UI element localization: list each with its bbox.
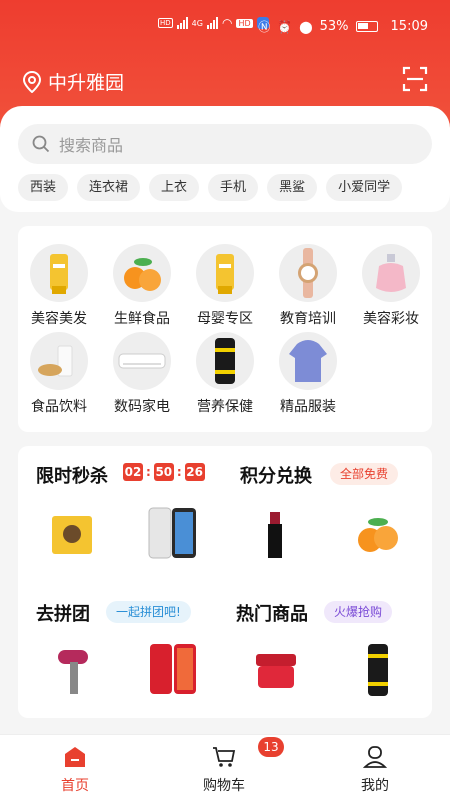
profile-icon — [362, 745, 388, 769]
energy-drink-product[interactable] — [348, 640, 408, 700]
category-item[interactable]: 数码家电 — [107, 332, 177, 416]
net-label: 4G — [191, 18, 203, 28]
bottom-nav: 首页 购物车 我的 — [0, 734, 450, 800]
iphone-product[interactable] — [144, 504, 204, 564]
watch-icon — [279, 244, 337, 302]
category-item[interactable]: 美容美发 — [24, 244, 94, 328]
category-item[interactable]: 生鲜食品 — [107, 244, 177, 328]
category-item[interactable]: 母婴专区 — [190, 244, 260, 328]
category-item[interactable]: 教育培训 — [273, 244, 343, 328]
category-label: 生鲜食品 — [114, 311, 170, 327]
status-bar: HD 4G ◠ HD Ⓝ ⏰ ⬤ 53% 15:09 — [0, 0, 450, 52]
location-selector[interactable]: 中升雅园 — [22, 68, 124, 95]
nav-cart[interactable]: 购物车 — [184, 745, 264, 795]
search-input[interactable]: 搜索商品 — [18, 124, 432, 164]
hot-search-tags: 西装 连衣裙 上衣 手机 黑鲨 小爱同学 — [18, 174, 403, 201]
group-buy-pill: 一起拼团吧! — [106, 601, 191, 623]
category-label: 母婴专区 — [197, 311, 253, 327]
category-label: 精品服装 — [280, 399, 336, 415]
search-placeholder: 搜索商品 — [59, 136, 124, 155]
flash-sale-title[interactable]: 限时秒杀 — [36, 462, 108, 488]
nav-home-label: 首页 — [61, 778, 89, 794]
home-icon — [63, 745, 87, 769]
category-label: 数码家电 — [114, 399, 170, 415]
wifi-icon: ◠ — [221, 16, 233, 30]
cosmetics-tube-icon — [30, 244, 88, 302]
points-pill: 全部免费 — [330, 463, 399, 485]
location-label: 中升雅园 — [48, 72, 125, 94]
scan-icon[interactable] — [402, 66, 428, 92]
lipstick-product[interactable] — [246, 504, 306, 564]
search-section: 搜索商品 西装 连衣裙 上衣 手机 黑鲨 小爱同学 — [0, 106, 450, 212]
timer-seconds: 26 — [184, 463, 205, 481]
category-item[interactable]: 食品饮料 — [24, 332, 94, 416]
category-item[interactable]: 精品服装 — [273, 332, 343, 416]
category-item[interactable]: 营养保健 — [190, 332, 260, 416]
category-label: 营养保健 — [197, 399, 253, 415]
nav-cart-label: 购物车 — [203, 778, 245, 794]
hot-items-pill: 火爆抢购 — [324, 601, 393, 623]
timer-minutes: 50 — [153, 463, 174, 481]
baby-tube-icon — [196, 244, 254, 302]
search-tag[interactable]: 上衣 — [149, 174, 200, 201]
category-grid: 美容美发 生鲜食品 母婴专区 教育培训 美容彩妆 食品饮料 数码家电 营养保健 … — [18, 226, 432, 432]
perfume-icon — [362, 244, 420, 302]
search-icon — [32, 135, 50, 153]
category-label: 食品饮料 — [31, 399, 87, 415]
countdown-timer: 02 : 50 : 26 — [123, 463, 205, 481]
category-label: 教育培训 — [280, 311, 336, 327]
energy-can-icon — [196, 332, 254, 390]
battery-icon — [355, 21, 378, 32]
hd-call-icon: HD — [236, 18, 253, 28]
search-tag[interactable]: 连衣裙 — [77, 174, 141, 201]
search-tag[interactable]: 手机 — [208, 174, 259, 201]
status-right: Ⓝ ⏰ ⬤ 53% 15:09 — [258, 18, 428, 35]
nav-mine[interactable]: 我的 — [335, 745, 415, 795]
search-tag[interactable]: 西装 — [18, 174, 69, 201]
cart-icon — [212, 745, 236, 769]
milk-bread-icon — [30, 332, 88, 390]
points-title[interactable]: 积分兑换 — [240, 462, 312, 488]
location-pin-icon — [22, 70, 42, 93]
skincare-jar-product[interactable] — [246, 640, 306, 700]
nav-mine-label: 我的 — [361, 778, 389, 794]
alarm-icon: ⏰ — [277, 19, 293, 34]
signal-icon — [176, 17, 188, 29]
search-tag[interactable]: 小爱同学 — [326, 174, 403, 201]
hd-badge: HD — [158, 18, 173, 28]
oranges-icon — [113, 244, 171, 302]
location-status-icon: ⬤ — [299, 19, 313, 34]
battery-percent: 53% — [319, 19, 349, 34]
search-tag[interactable]: 黑鲨 — [267, 174, 318, 201]
nfc-icon: Ⓝ — [258, 20, 271, 34]
group-buy-title[interactable]: 去拼团 — [36, 600, 90, 626]
category-label: 美容美发 — [31, 311, 87, 327]
timer-hours: 02 — [123, 463, 143, 481]
hair-dryer-product[interactable] — [44, 640, 104, 700]
air-conditioner-icon — [113, 332, 171, 390]
oranges-product[interactable] — [348, 504, 408, 564]
hot-items-title[interactable]: 热门商品 — [236, 600, 308, 626]
signal-area: HD 4G ◠ HD — [158, 16, 269, 30]
nav-home[interactable]: 首页 — [35, 745, 115, 795]
signal-icon-2 — [206, 17, 218, 29]
face-mask-product[interactable] — [44, 504, 104, 564]
clock: 15:09 — [390, 19, 428, 34]
category-item[interactable]: 美容彩妆 — [356, 244, 426, 328]
cart-count-badge: 13 — [258, 737, 284, 757]
promo-section: 限时秒杀 02 : 50 : 26 积分兑换 全部免费 去拼团 一起拼团吧! 热… — [18, 446, 432, 718]
category-label: 美容彩妆 — [363, 311, 419, 327]
hoodie-icon — [279, 332, 337, 390]
iphone-xr-product[interactable] — [144, 640, 204, 700]
